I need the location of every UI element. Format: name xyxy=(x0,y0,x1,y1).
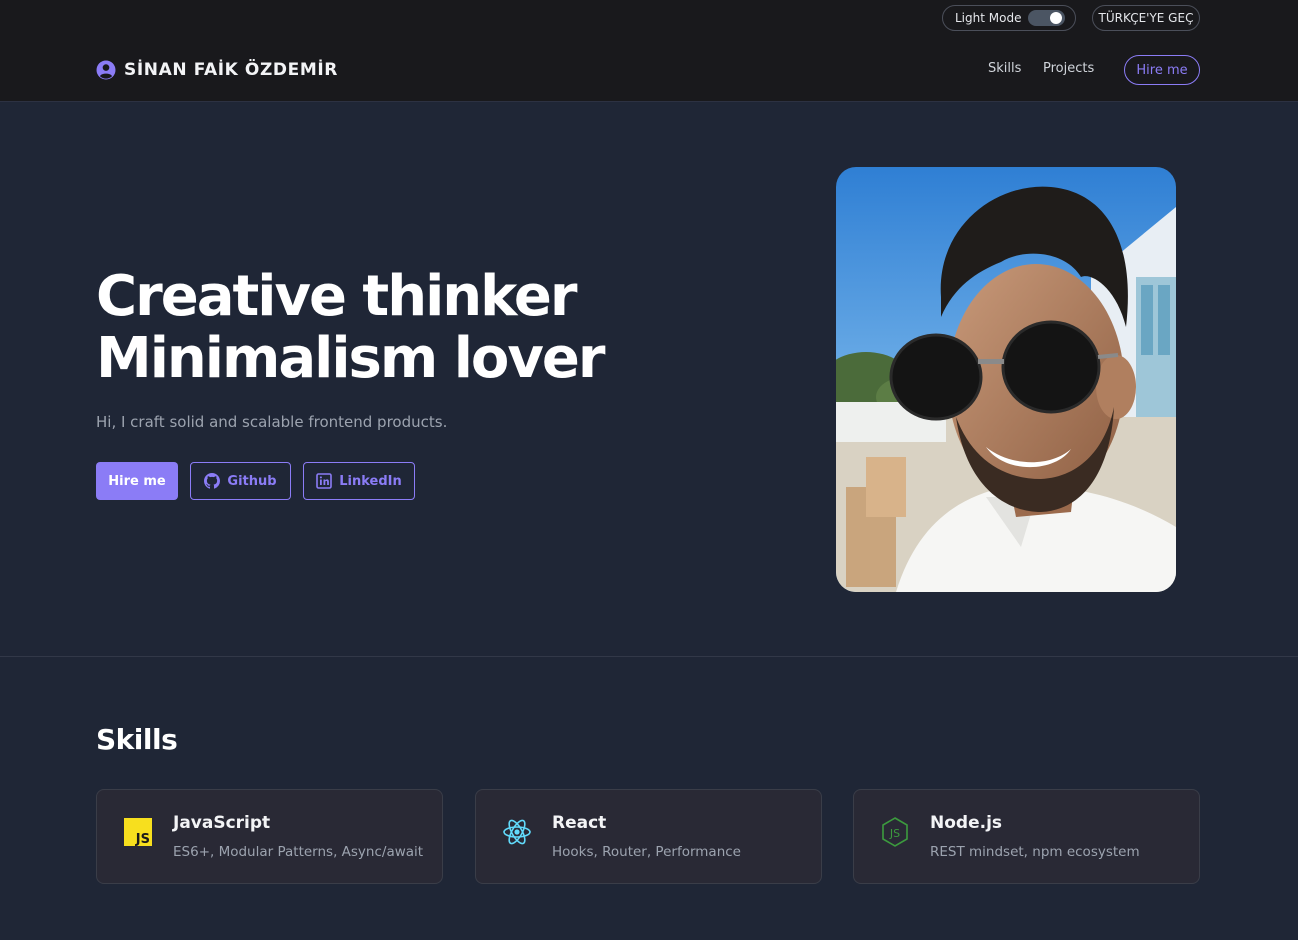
hero-title: Creative thinker Minimalism lover xyxy=(96,264,605,391)
site-header: Light Mode TÜRKÇE'YE GEÇ SİNAN FAİK ÖZDE… xyxy=(0,0,1298,102)
skill-name: Node.js xyxy=(930,813,1003,833)
section-divider xyxy=(0,656,1298,657)
skills-title: Skills xyxy=(96,723,178,756)
user-circle-icon xyxy=(96,60,116,80)
skill-description: ES6+, Modular Patterns, Async/await xyxy=(173,844,424,860)
light-mode-switch[interactable]: Light Mode xyxy=(942,5,1076,31)
hero-title-line-2: Minimalism lover xyxy=(96,326,605,391)
toggle-knob xyxy=(1050,12,1062,24)
language-switch-button[interactable]: TÜRKÇE'YE GEÇ xyxy=(1092,5,1200,31)
react-icon xyxy=(502,817,532,847)
skill-description: Hooks, Router, Performance xyxy=(552,844,741,860)
skill-name: React xyxy=(552,813,607,833)
hire-me-label: Hire me xyxy=(108,473,166,489)
hero-subtitle: Hi, I craft solid and scalable frontend … xyxy=(96,413,448,431)
skill-description: REST mindset, npm ecosystem xyxy=(930,844,1140,860)
skill-card-javascript: JS JavaScript ES6+, Modular Patterns, As… xyxy=(96,789,443,884)
profile-photo-image xyxy=(836,167,1176,592)
skill-card-react: React Hooks, Router, Performance xyxy=(475,789,822,884)
skill-card-nodejs: JS Node.js REST mindset, npm ecosystem xyxy=(853,789,1200,884)
github-icon xyxy=(204,473,221,489)
toggle-switch[interactable] xyxy=(1028,10,1065,26)
language-switch-label: TÜRKÇE'YE GEÇ xyxy=(1098,11,1194,25)
hire-me-button[interactable]: Hire me xyxy=(96,462,178,500)
hero-title-line-1: Creative thinker xyxy=(96,264,577,329)
github-button[interactable]: Github xyxy=(190,462,291,500)
light-mode-label: Light Mode xyxy=(955,11,1022,25)
linkedin-button[interactable]: LinkedIn xyxy=(303,462,415,500)
javascript-icon: JS xyxy=(123,817,153,847)
nav-projects-link[interactable]: Projects xyxy=(1043,61,1094,76)
brand-logo[interactable]: SİNAN FAİK ÖZDEMİR xyxy=(96,60,338,80)
brand-name: SİNAN FAİK ÖZDEMİR xyxy=(124,60,338,80)
nav-skills-link[interactable]: Skills xyxy=(988,61,1021,76)
linkedin-label: LinkedIn xyxy=(339,473,402,489)
skill-name: JavaScript xyxy=(173,813,271,833)
linkedin-icon xyxy=(316,473,333,489)
nodejs-icon: JS xyxy=(880,817,910,847)
svg-text:JS: JS xyxy=(889,827,900,840)
svg-text:JS: JS xyxy=(135,832,150,846)
nav-hire-button[interactable]: Hire me xyxy=(1124,55,1200,85)
profile-photo xyxy=(836,167,1176,592)
github-label: Github xyxy=(227,473,277,489)
